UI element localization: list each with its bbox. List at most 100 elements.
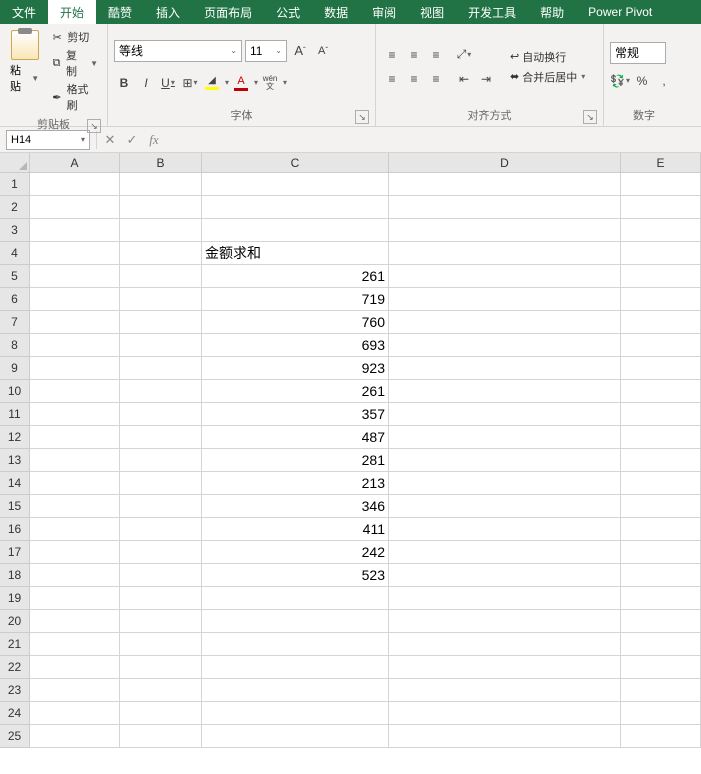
cell-E14[interactable] — [621, 472, 701, 495]
italic-button[interactable]: I — [136, 72, 156, 94]
cell-E2[interactable] — [621, 196, 701, 219]
tab-数据[interactable]: 数据 — [312, 0, 360, 24]
cell-B6[interactable] — [120, 288, 202, 311]
row-header-15[interactable]: 15 — [0, 495, 30, 518]
col-header-C[interactable]: C — [202, 153, 389, 173]
cell-B5[interactable] — [120, 265, 202, 288]
insert-function-button[interactable]: fx — [143, 130, 165, 150]
cell-A12[interactable] — [30, 426, 120, 449]
cell-B2[interactable] — [120, 196, 202, 219]
cell-D20[interactable] — [389, 610, 621, 633]
cell-E17[interactable] — [621, 541, 701, 564]
cell-B11[interactable] — [120, 403, 202, 426]
cut-button[interactable]: ✂剪切 — [47, 28, 101, 46]
cell-B24[interactable] — [120, 702, 202, 725]
col-header-B[interactable]: B — [120, 153, 202, 173]
paste-button[interactable]: 粘贴▼ — [6, 28, 43, 114]
cell-C13[interactable]: 281 — [202, 449, 389, 472]
cell-A5[interactable] — [30, 265, 120, 288]
cell-A14[interactable] — [30, 472, 120, 495]
row-header-8[interactable]: 8 — [0, 334, 30, 357]
row-header-4[interactable]: 4 — [0, 242, 30, 265]
row-header-12[interactable]: 12 — [0, 426, 30, 449]
align-expand-icon[interactable]: ↘ — [583, 110, 597, 124]
cell-C9[interactable]: 923 — [202, 357, 389, 380]
tab-插入[interactable]: 插入 — [144, 0, 192, 24]
select-all-corner[interactable] — [0, 153, 30, 173]
row-header-3[interactable]: 3 — [0, 219, 30, 242]
cell-D7[interactable] — [389, 311, 621, 334]
row-header-21[interactable]: 21 — [0, 633, 30, 656]
cell-A3[interactable] — [30, 219, 120, 242]
cell-D6[interactable] — [389, 288, 621, 311]
cell-D15[interactable] — [389, 495, 621, 518]
cell-A18[interactable] — [30, 564, 120, 587]
tab-酷赞[interactable]: 酷赞 — [96, 0, 144, 24]
row-header-9[interactable]: 9 — [0, 357, 30, 380]
row-header-10[interactable]: 10 — [0, 380, 30, 403]
cell-A19[interactable] — [30, 587, 120, 610]
cell-B17[interactable] — [120, 541, 202, 564]
tab-页面布局[interactable]: 页面布局 — [192, 0, 264, 24]
cell-B23[interactable] — [120, 679, 202, 702]
increase-font-button[interactable]: Aˆ — [290, 40, 310, 62]
tab-开始[interactable]: 开始 — [48, 0, 96, 24]
cell-B18[interactable] — [120, 564, 202, 587]
cell-D1[interactable] — [389, 173, 621, 196]
merge-center-button[interactable]: ⬌合并后居中▾ — [506, 68, 589, 86]
cell-D23[interactable] — [389, 679, 621, 702]
cell-D10[interactable] — [389, 380, 621, 403]
wrap-text-button[interactable]: ↩自动换行 — [506, 48, 589, 66]
cell-E16[interactable] — [621, 518, 701, 541]
cell-E19[interactable] — [621, 587, 701, 610]
cell-E18[interactable] — [621, 564, 701, 587]
cell-E15[interactable] — [621, 495, 701, 518]
cell-B16[interactable] — [120, 518, 202, 541]
row-header-14[interactable]: 14 — [0, 472, 30, 495]
cell-A13[interactable] — [30, 449, 120, 472]
cell-C3[interactable] — [202, 219, 389, 242]
col-header-E[interactable]: E — [621, 153, 701, 173]
cell-E10[interactable] — [621, 380, 701, 403]
row-header-7[interactable]: 7 — [0, 311, 30, 334]
font-size-combo[interactable]: 11⌄ — [245, 40, 287, 62]
underline-button[interactable]: U▾ — [158, 72, 178, 94]
cell-A24[interactable] — [30, 702, 120, 725]
cell-C8[interactable]: 693 — [202, 334, 389, 357]
cell-E22[interactable] — [621, 656, 701, 679]
font-expand-icon[interactable]: ↘ — [355, 110, 369, 124]
cell-C4[interactable]: 金额求和 — [202, 242, 389, 265]
cell-B1[interactable] — [120, 173, 202, 196]
cell-A7[interactable] — [30, 311, 120, 334]
cell-B19[interactable] — [120, 587, 202, 610]
decrease-font-button[interactable]: Aˇ — [313, 40, 333, 62]
cell-A22[interactable] — [30, 656, 120, 679]
cell-B3[interactable] — [120, 219, 202, 242]
row-header-23[interactable]: 23 — [0, 679, 30, 702]
cell-B22[interactable] — [120, 656, 202, 679]
col-header-A[interactable]: A — [30, 153, 120, 173]
cell-B14[interactable] — [120, 472, 202, 495]
align-center-button[interactable]: ≡ — [404, 68, 424, 90]
row-header-22[interactable]: 22 — [0, 656, 30, 679]
bold-button[interactable]: B — [114, 72, 134, 94]
orientation-button[interactable]: ⤢▾ — [454, 44, 474, 66]
cell-B15[interactable] — [120, 495, 202, 518]
cell-D24[interactable] — [389, 702, 621, 725]
format-painter-button[interactable]: ✒格式刷 — [47, 80, 101, 114]
cell-D16[interactable] — [389, 518, 621, 541]
row-header-1[interactable]: 1 — [0, 173, 30, 196]
cell-E21[interactable] — [621, 633, 701, 656]
cell-B21[interactable] — [120, 633, 202, 656]
cell-E12[interactable] — [621, 426, 701, 449]
copy-button[interactable]: ⧉复制▼ — [47, 46, 101, 80]
align-bottom-button[interactable]: ≡ — [426, 44, 446, 66]
cell-C11[interactable]: 357 — [202, 403, 389, 426]
cell-B7[interactable] — [120, 311, 202, 334]
cell-C25[interactable] — [202, 725, 389, 748]
row-header-19[interactable]: 19 — [0, 587, 30, 610]
cell-D19[interactable] — [389, 587, 621, 610]
cell-B20[interactable] — [120, 610, 202, 633]
cell-C20[interactable] — [202, 610, 389, 633]
cell-C22[interactable] — [202, 656, 389, 679]
